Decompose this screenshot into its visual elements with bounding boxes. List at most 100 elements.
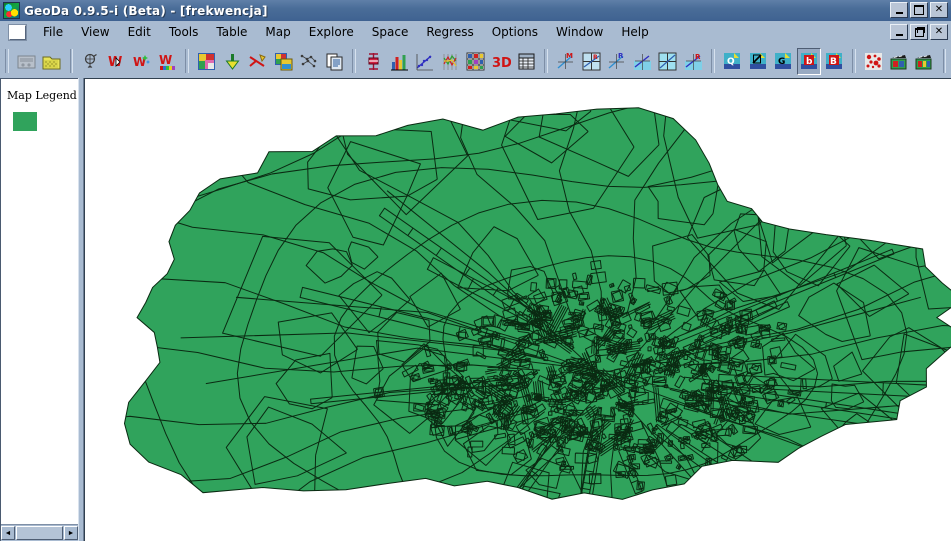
mdi-close-button[interactable]: ✕ — [930, 24, 948, 40]
mdi-child-window-controls: ✕ — [890, 24, 948, 40]
toolbar-separator — [711, 49, 715, 73]
mdi-client-area: Map Legend ◄ ► — [0, 78, 951, 541]
menu-item-space[interactable]: Space — [363, 23, 418, 42]
histogram-icon — [390, 52, 409, 71]
moran-scatter-m-icon — [633, 52, 652, 71]
svg-text:3D: 3D — [492, 56, 511, 71]
conditional-plot-icon-button[interactable] — [463, 47, 488, 75]
weights-histogram-icon: W — [158, 52, 177, 71]
scroll-right-arrow-icon[interactable]: ► — [64, 526, 78, 540]
minimize-button[interactable] — [890, 2, 908, 18]
geoda-application-window: GeoDa 0.9.5-i (Beta) - [frekwencja] ✕ Fi… — [0, 0, 951, 541]
toolbar-separator — [69, 49, 74, 73]
map-layers-icon — [274, 52, 293, 71]
lisa-b-upper-map-icon-button[interactable]: B — [822, 47, 847, 75]
lisa-b-upper-map-icon: B — [825, 52, 844, 71]
choropleth-map-icon-button[interactable] — [195, 47, 219, 75]
toolbar-separator — [185, 49, 190, 73]
lisa-z-map-icon-button[interactable] — [746, 47, 770, 75]
open-shapefile-icon-button[interactable] — [40, 47, 64, 75]
svg-text:W: W — [159, 53, 172, 67]
select-pointer-icon-button[interactable] — [220, 47, 245, 75]
tools-connectivity-icon-button[interactable] — [79, 47, 103, 75]
box-plot-icon-button[interactable] — [361, 47, 386, 75]
lisa-b-lower-map-icon-button[interactable]: b — [797, 47, 821, 75]
table-icon-button[interactable] — [514, 47, 539, 75]
menu-item-window[interactable]: Window — [547, 23, 612, 42]
menu-item-options[interactable]: Options — [483, 23, 547, 42]
reset-selection-icon-button[interactable] — [246, 47, 270, 75]
svg-text:B: B — [830, 57, 837, 67]
title-bar: GeoDa 0.9.5-i (Beta) - [frekwencja] ✕ — [0, 0, 951, 21]
mdi-minimize-button[interactable] — [890, 24, 908, 40]
lisa-b-lower-map-icon: b — [800, 52, 819, 71]
svg-text:R: R — [695, 53, 701, 61]
cartogram-icon-button[interactable] — [862, 47, 886, 75]
legend-horizontal-scrollbar[interactable]: ◄ ► — [1, 524, 78, 541]
menu-bar: File View Edit Tools Table Map Explore S… — [0, 21, 951, 44]
box-plot-icon — [364, 52, 383, 71]
moran-bivariate-icon-button[interactable]: R — [579, 47, 604, 75]
open-project-icon-button[interactable] — [14, 47, 39, 75]
tools-connectivity-icon — [82, 52, 101, 71]
menu-item-tools[interactable]: Tools — [160, 23, 208, 42]
menu-item-table[interactable]: Table — [207, 23, 256, 42]
weights-create-icon: W — [107, 52, 126, 71]
svg-text:Q: Q — [727, 57, 735, 67]
svg-text:R: R — [593, 54, 598, 61]
mdi-restore-button[interactable] — [910, 24, 928, 40]
weights-histogram-icon-button[interactable]: W — [155, 47, 180, 75]
weights-properties-icon: W — [133, 52, 152, 71]
scatter-plot-icon-button[interactable] — [412, 47, 437, 75]
menu-item-explore[interactable]: Explore — [300, 23, 363, 42]
svg-text:M: M — [566, 52, 573, 60]
three-d-plot-icon-button[interactable]: 3D — [489, 47, 513, 75]
menu-item-edit[interactable]: Edit — [119, 23, 160, 42]
moran-rate-icon-button[interactable]: R — [605, 47, 629, 75]
parallel-coordinate-icon — [441, 52, 460, 71]
document-icon[interactable] — [8, 23, 27, 41]
maximize-button[interactable] — [910, 2, 928, 18]
conditional-plot-icon — [466, 52, 485, 71]
map-movie-cumulative-icon-button[interactable] — [913, 47, 937, 75]
three-d-plot-icon: 3D — [492, 52, 511, 71]
toolbar-separator — [352, 49, 356, 73]
link-table-icon — [299, 52, 318, 71]
map-layers-icon-button[interactable] — [271, 47, 296, 75]
moran-univariate-icon-button[interactable]: M — [554, 47, 578, 75]
toolbar-separator — [852, 49, 857, 73]
map-canvas-pane[interactable] — [84, 78, 951, 541]
map-movie-icon — [890, 52, 909, 71]
moran-scatter-box-icon-button[interactable] — [656, 47, 680, 75]
menu-item-file[interactable]: File — [34, 23, 72, 42]
weights-create-icon-button[interactable]: W — [104, 47, 129, 75]
legend-color-swatch[interactable] — [13, 112, 37, 131]
scroll-left-arrow-icon[interactable]: ◄ — [1, 526, 15, 540]
map-movie-icon-button[interactable] — [887, 47, 912, 75]
lisa-g-map-icon-button[interactable]: G — [771, 47, 796, 75]
menu-item-map[interactable]: Map — [256, 23, 299, 42]
svg-text:b: b — [806, 57, 813, 67]
map-legend-pane: Map Legend ◄ ► — [0, 78, 78, 541]
copy-icon — [325, 52, 344, 71]
moran-scatter-r-icon-button[interactable]: R — [681, 47, 706, 75]
menu-item-help[interactable]: Help — [612, 23, 657, 42]
lisa-q-map-icon-button[interactable]: Q — [720, 47, 745, 75]
menu-item-view[interactable]: View — [72, 23, 118, 42]
moran-scatter-r-icon: R — [684, 52, 703, 71]
link-table-icon-button[interactable] — [297, 47, 321, 75]
copy-icon-button[interactable] — [322, 47, 347, 75]
moran-rate-icon: R — [607, 52, 626, 71]
choropleth-map[interactable] — [85, 79, 951, 541]
parallel-coordinate-icon-button[interactable] — [438, 47, 462, 75]
moran-scatter-m-icon-button[interactable] — [630, 47, 655, 75]
svg-text:G: G — [778, 57, 785, 67]
cartogram-icon — [864, 52, 883, 71]
histogram-icon-button[interactable] — [387, 47, 411, 75]
scrollbar-thumb[interactable] — [16, 526, 63, 540]
reset-selection-icon — [248, 52, 267, 71]
lisa-g-map-icon: G — [774, 52, 793, 71]
weights-properties-icon-button[interactable]: W — [130, 47, 154, 75]
close-button[interactable]: ✕ — [930, 2, 948, 18]
menu-item-regress[interactable]: Regress — [417, 23, 482, 42]
